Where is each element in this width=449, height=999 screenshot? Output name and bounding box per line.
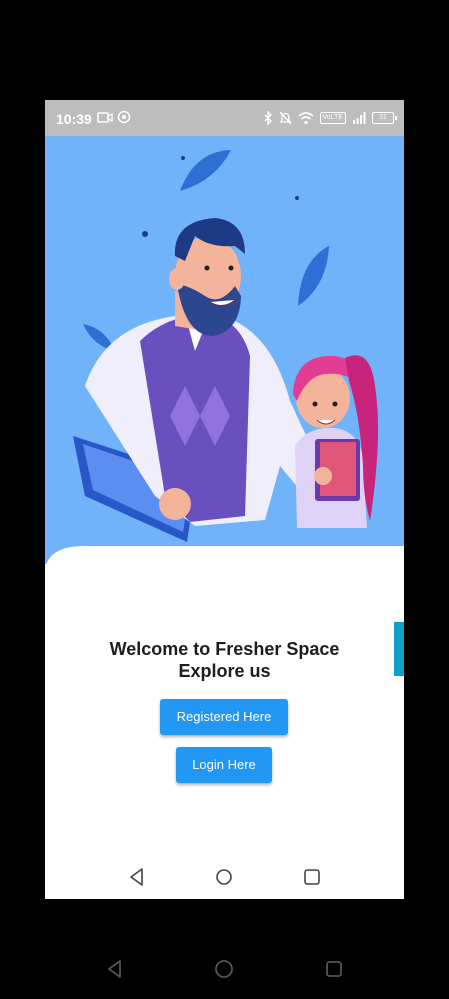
- video-icon: [97, 112, 113, 123]
- system-home-icon[interactable]: [212, 957, 236, 981]
- welcome-subtitle: Explore us: [178, 661, 271, 681]
- status-time: 10:39: [56, 111, 92, 127]
- phone-screen: 10:39 VoLTE 31 Welcome to Fresher Space …: [45, 100, 404, 899]
- volte-badge: VoLTE: [319, 112, 346, 124]
- back-icon[interactable]: [125, 865, 149, 889]
- bell-off-icon: [279, 111, 291, 125]
- system-back-icon[interactable]: [103, 957, 127, 981]
- hero-illustration: [45, 136, 404, 564]
- home-icon[interactable]: [212, 865, 236, 889]
- signal-icon: [353, 112, 366, 124]
- side-tab-handle[interactable]: [394, 622, 404, 676]
- system-navigation-bar: [0, 940, 449, 999]
- sync-icon: [117, 110, 131, 124]
- battery-level: 31: [379, 114, 387, 121]
- status-bar: 10:39 VoLTE 31: [45, 100, 404, 136]
- bluetooth-icon: [264, 111, 272, 125]
- wifi-icon: [297, 111, 314, 124]
- system-recents-icon[interactable]: [322, 957, 346, 981]
- hero-wave-divider: [46, 546, 404, 564]
- login-here-button[interactable]: Login Here: [176, 747, 272, 783]
- app-navigation-bar: [45, 857, 404, 899]
- battery-icon: 31: [372, 112, 397, 124]
- teacher-student-illustration: [73, 150, 379, 542]
- recents-icon[interactable]: [300, 865, 324, 889]
- welcome-heading: Welcome to Fresher Space Explore us: [45, 638, 404, 682]
- welcome-title: Welcome to Fresher Space: [109, 639, 340, 659]
- registered-here-button[interactable]: Registered Here: [160, 699, 288, 735]
